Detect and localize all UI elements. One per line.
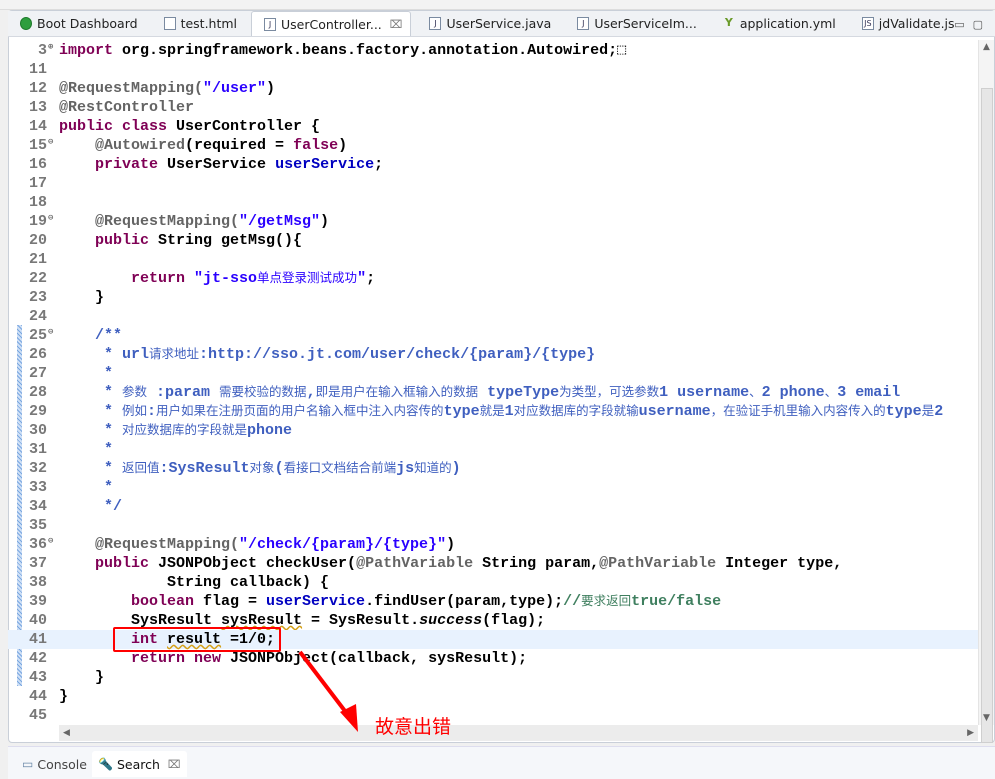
bottom-tab-search[interactable]: 🔦 Search ⌧ [92, 751, 187, 777]
bottom-tab-console[interactable]: ▭ Console [16, 751, 93, 777]
annotation-text: 故意出错 [375, 716, 452, 738]
close-icon[interactable]: ⌧ [168, 758, 181, 771]
console-icon: ▭ [22, 757, 34, 771]
bottom-panel: ▭ Console 🔦 Search ⌧ [8, 746, 995, 779]
search-icon: 🔦 [98, 757, 113, 771]
red-arrow-icon [298, 650, 358, 732]
tab-label: Console [37, 756, 87, 772]
tab-label: Search [116, 756, 160, 772]
